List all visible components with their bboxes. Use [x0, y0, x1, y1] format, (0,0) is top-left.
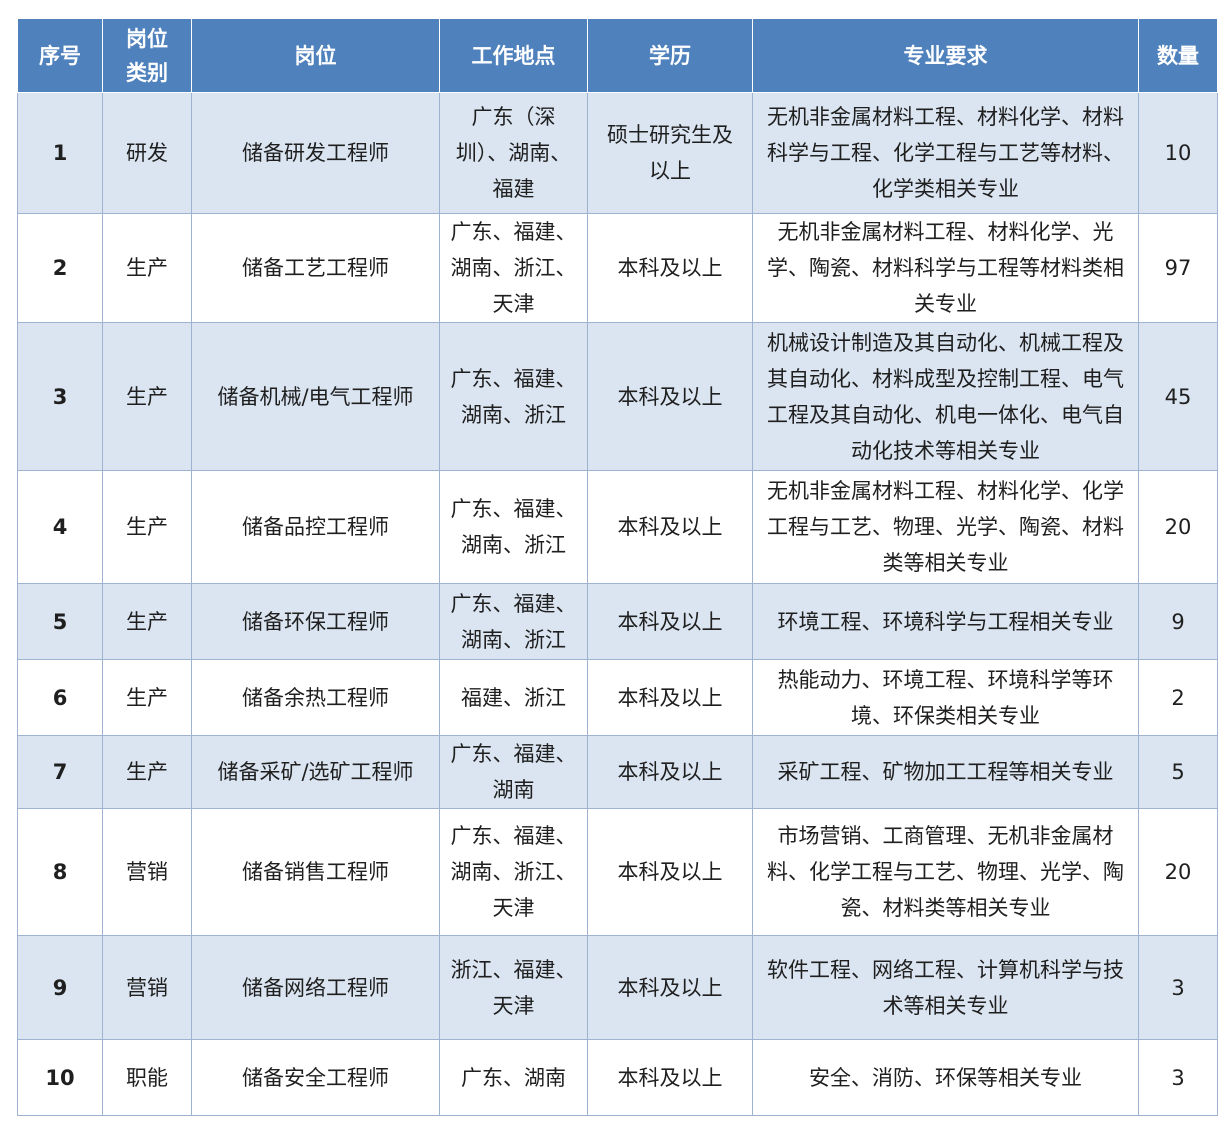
cell-seq: 3: [17, 322, 103, 471]
cell-location: 广东、福建、湖南: [439, 735, 588, 809]
cell-count: 3: [1138, 1039, 1218, 1116]
cell-count: 45: [1138, 322, 1218, 471]
table-row: 4 生产 储备品控工程师 广东、福建、湖南、浙江 本科及以上 无机非金属材料工程…: [17, 470, 1218, 584]
cell-major: 热能动力、环境工程、环境科学等环境、环保类相关专业: [752, 659, 1139, 736]
cell-education: 本科及以上: [587, 1039, 753, 1116]
cell-location: 浙江、福建、天津: [439, 935, 588, 1040]
cell-category: 生产: [102, 583, 192, 660]
cell-education: 硕士研究生及以上: [587, 92, 753, 214]
cell-seq: 4: [17, 470, 103, 584]
cell-location: 广东、福建、湖南、浙江: [439, 583, 588, 660]
cell-count: 3: [1138, 935, 1218, 1040]
cell-major: 无机非金属材料工程、材料化学、化学工程与工艺、物理、光学、陶瓷、材料类等相关专业: [752, 470, 1139, 584]
table-row: 3 生产 储备机械/电气工程师 广东、福建、湖南、浙江 本科及以上 机械设计制造…: [17, 322, 1218, 471]
cell-category: 研发: [102, 92, 192, 214]
cell-category: 生产: [102, 659, 192, 736]
cell-position: 储备网络工程师: [191, 935, 440, 1040]
cell-count: 9: [1138, 583, 1218, 660]
cell-major: 无机非金属材料工程、材料化学、光学、陶瓷、材料科学与工程等材料类相关专业: [752, 213, 1139, 323]
cell-major: 环境工程、环境科学与工程相关专业: [752, 583, 1139, 660]
cell-major: 软件工程、网络工程、计算机科学与技术等相关专业: [752, 935, 1139, 1040]
cell-education: 本科及以上: [587, 213, 753, 323]
cell-seq: 2: [17, 213, 103, 323]
cell-major: 无机非金属材料工程、材料化学、材料科学与工程、化学工程与工艺等材料、化学类相关专…: [752, 92, 1139, 214]
cell-location: 广东、福建、湖南、浙江: [439, 322, 588, 471]
cell-position: 储备研发工程师: [191, 92, 440, 214]
header-major: 专业要求: [752, 18, 1139, 93]
cell-location: 广东、湖南: [439, 1039, 588, 1116]
table-row: 8 营销 储备销售工程师 广东、福建、湖南、浙江、天津 本科及以上 市场营销、工…: [17, 808, 1218, 936]
cell-education: 本科及以上: [587, 659, 753, 736]
table-row: 2 生产 储备工艺工程师 广东、福建、湖南、浙江、天津 本科及以上 无机非金属材…: [17, 213, 1218, 323]
cell-count: 20: [1138, 808, 1218, 936]
cell-education: 本科及以上: [587, 322, 753, 471]
table-row: 9 营销 储备网络工程师 浙江、福建、天津 本科及以上 软件工程、网络工程、计算…: [17, 935, 1218, 1040]
cell-location: 广东（深圳）、湖南、福建: [439, 92, 588, 214]
cell-count: 10: [1138, 92, 1218, 214]
header-education: 学历: [587, 18, 753, 93]
cell-category: 生产: [102, 470, 192, 584]
header-location: 工作地点: [439, 18, 588, 93]
cell-category: 营销: [102, 808, 192, 936]
cell-count: 20: [1138, 470, 1218, 584]
header-category-text: 岗位类别: [126, 26, 168, 85]
cell-location: 广东、福建、湖南、浙江、天津: [439, 808, 588, 936]
cell-location: 广东、福建、湖南、浙江、天津: [439, 213, 588, 323]
cell-position: 储备工艺工程师: [191, 213, 440, 323]
cell-major: 市场营销、工商管理、无机非金属材料、化学工程与工艺、物理、光学、陶瓷、材料类等相…: [752, 808, 1139, 936]
cell-position: 储备品控工程师: [191, 470, 440, 584]
cell-category: 生产: [102, 735, 192, 809]
cell-education: 本科及以上: [587, 808, 753, 936]
cell-category: 职能: [102, 1039, 192, 1116]
cell-position: 储备环保工程师: [191, 583, 440, 660]
cell-location: 广东、福建、湖南、浙江: [439, 470, 588, 584]
table-row: 5 生产 储备环保工程师 广东、福建、湖南、浙江 本科及以上 环境工程、环境科学…: [17, 583, 1218, 660]
cell-education: 本科及以上: [587, 470, 753, 584]
cell-seq: 5: [17, 583, 103, 660]
table-row: 10 职能 储备安全工程师 广东、湖南 本科及以上 安全、消防、环保等相关专业 …: [17, 1039, 1218, 1116]
cell-position: 储备销售工程师: [191, 808, 440, 936]
cell-position: 储备机械/电气工程师: [191, 322, 440, 471]
cell-seq: 1: [17, 92, 103, 214]
cell-major: 机械设计制造及其自动化、机械工程及其自动化、材料成型及控制工程、电气工程及其自动…: [752, 322, 1139, 471]
cell-category: 营销: [102, 935, 192, 1040]
cell-education: 本科及以上: [587, 583, 753, 660]
cell-seq: 8: [17, 808, 103, 936]
cell-seq: 10: [17, 1039, 103, 1116]
cell-major: 安全、消防、环保等相关专业: [752, 1039, 1139, 1116]
cell-category: 生产: [102, 322, 192, 471]
cell-category: 生产: [102, 213, 192, 323]
table-row: 7 生产 储备采矿/选矿工程师 广东、福建、湖南 本科及以上 采矿工程、矿物加工…: [17, 735, 1218, 809]
cell-location: 福建、浙江: [439, 659, 588, 736]
cell-seq: 7: [17, 735, 103, 809]
cell-seq: 9: [17, 935, 103, 1040]
table-row: 6 生产 储备余热工程师 福建、浙江 本科及以上 热能动力、环境工程、环境科学等…: [17, 659, 1218, 736]
cell-count: 97: [1138, 213, 1218, 323]
cell-education: 本科及以上: [587, 735, 753, 809]
cell-position: 储备余热工程师: [191, 659, 440, 736]
cell-education: 本科及以上: [587, 935, 753, 1040]
header-position: 岗位: [191, 18, 440, 93]
cell-count: 5: [1138, 735, 1218, 809]
cell-position: 储备采矿/选矿工程师: [191, 735, 440, 809]
header-seq: 序号: [17, 18, 103, 93]
table-row: 1 研发 储备研发工程师 广东（深圳）、湖南、福建 硕士研究生及以上 无机非金属…: [17, 92, 1218, 214]
cell-major: 采矿工程、矿物加工工程等相关专业: [752, 735, 1139, 809]
recruitment-table: 序号 岗位类别 岗位 工作地点 学历 专业要求 数量 1 研发 储备研发工程师 …: [17, 18, 1218, 1116]
cell-position: 储备安全工程师: [191, 1039, 440, 1116]
header-category: 岗位类别: [102, 18, 192, 93]
header-count: 数量: [1138, 18, 1218, 93]
cell-count: 2: [1138, 659, 1218, 736]
cell-seq: 6: [17, 659, 103, 736]
table-header-row: 序号 岗位类别 岗位 工作地点 学历 专业要求 数量: [17, 18, 1218, 93]
